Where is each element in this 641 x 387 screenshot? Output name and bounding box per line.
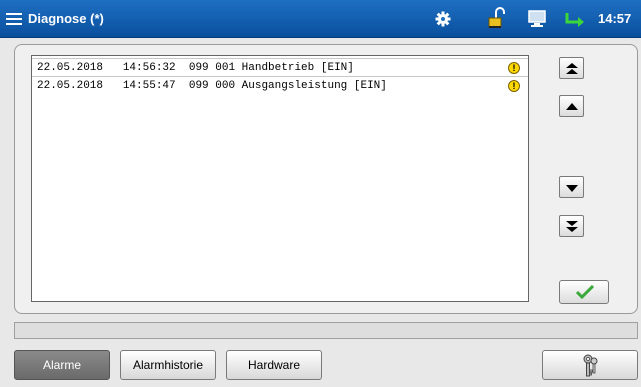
page-title: Diagnose (*) [28,11,104,26]
gear-icon[interactable] [435,11,451,30]
clock: 14:57 [598,11,632,26]
alarm-time: 14:56:32 [122,62,176,74]
alarm-panel: 22.05.2018 14:56:32 099 001 Handbetrieb … [14,44,638,314]
double-down-icon [566,221,578,232]
tab-alarmhistorie[interactable]: Alarmhistorie [120,350,216,380]
scroll-down-button[interactable] [559,176,584,198]
confirm-button[interactable] [559,280,609,304]
lock-icon[interactable] [488,6,506,33]
alarm-time: 14:55:47 [122,80,176,92]
key-icon [583,354,598,377]
arrow-icon[interactable] [565,11,585,30]
double-up-icon [566,63,578,74]
list-item[interactable]: 22.05.2018 14:56:32 099 001 Handbetrieb … [32,58,528,78]
alarm-text: 099 000 Ausgangsleistung [EIN] [188,80,387,92]
alarm-text: 099 001 Handbetrieb [EIN] [188,62,354,74]
scroll-top-button[interactable] [559,57,584,79]
title-bar: Diagnose (*) 14:57 [0,0,641,38]
up-icon [566,103,578,110]
alarm-list[interactable]: 22.05.2018 14:56:32 099 001 Handbetrieb … [31,55,529,302]
scroll-up-button[interactable] [559,95,584,117]
tab-hardware[interactable]: Hardware [226,350,322,380]
list-item[interactable]: 22.05.2018 14:55:47 099 000 Ausgangsleis… [32,77,528,96]
down-icon [566,185,578,192]
alarm-date: 22.05.2018 [37,62,104,74]
warning-icon [508,77,520,96]
scroll-bottom-button[interactable] [559,215,584,237]
key-button[interactable] [542,350,638,380]
tab-alarme[interactable]: Alarme [14,350,110,380]
warning-icon [508,59,520,78]
status-bar [14,322,638,339]
menu-icon[interactable] [6,13,22,25]
alarm-date: 22.05.2018 [37,80,104,92]
monitor-icon[interactable] [528,10,546,31]
checkmark-icon [576,285,594,299]
